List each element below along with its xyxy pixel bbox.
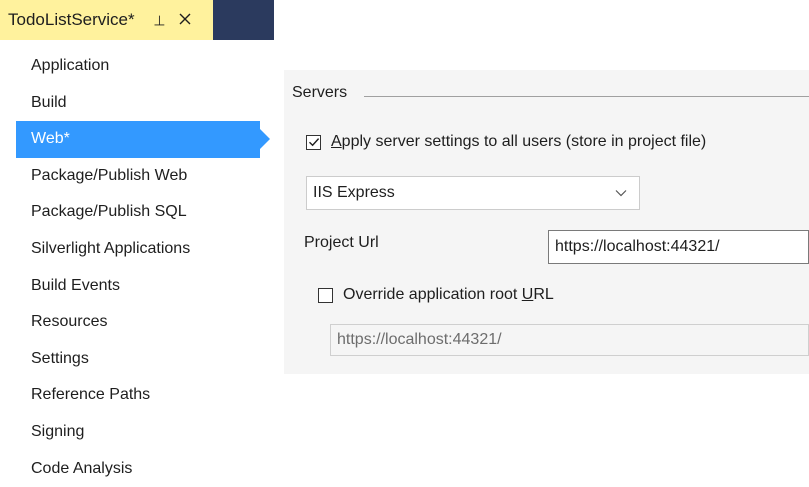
document-tab[interactable]: TodoListService* ⊣	[0, 0, 213, 40]
nav-item-signing[interactable]: Signing	[16, 414, 274, 451]
pin-icon[interactable]: ⊣	[150, 12, 167, 28]
nav-item-package-publish-web[interactable]: Package/Publish Web	[16, 158, 274, 195]
nav-item-resources[interactable]: Resources	[16, 304, 274, 341]
apply-all-users-label: Apply server settings to all users (stor…	[331, 133, 707, 150]
override-root-url-label: Override application root URL	[343, 286, 554, 303]
nav-item-code-analysis[interactable]: Code Analysis	[16, 451, 274, 487]
tab-title: TodoListService*	[8, 10, 135, 29]
override-root-url-input: https://localhost:44321/	[330, 324, 809, 356]
project-url-label: Project Url	[304, 234, 379, 251]
nav-item-settings[interactable]: Settings	[16, 341, 274, 378]
nav-item-web[interactable]: Web*	[16, 121, 270, 158]
servers-group-title: Servers	[292, 84, 362, 102]
servers-panel: Servers Apply server settings to all use…	[284, 70, 809, 374]
checkmark-icon	[308, 138, 319, 147]
nav-item-silverlight-applications[interactable]: Silverlight Applications	[16, 231, 274, 268]
nav-item-application[interactable]: Application	[16, 48, 274, 85]
nav-item-build-events[interactable]: Build Events	[16, 268, 274, 305]
override-root-url-row[interactable]: Override application root URL	[318, 286, 554, 304]
apply-all-users-checkbox[interactable]	[306, 134, 321, 150]
override-root-url-checkbox[interactable]	[318, 287, 333, 303]
apply-all-users-row[interactable]: Apply server settings to all users (stor…	[306, 133, 706, 151]
nav-item-build[interactable]: Build	[16, 85, 274, 122]
nav-item-reference-paths[interactable]: Reference Paths	[16, 377, 274, 414]
nav-item-package-publish-sql[interactable]: Package/Publish SQL	[16, 194, 274, 231]
server-type-value: IIS Express	[313, 184, 395, 201]
property-pages-nav: Application Build Web* Package/Publish W…	[16, 48, 274, 487]
group-divider	[364, 96, 809, 97]
close-icon[interactable]	[177, 10, 193, 31]
chevron-down-icon	[611, 183, 631, 203]
tab-strip-background	[213, 0, 274, 40]
document-tab-strip: TodoListService* ⊣	[0, 0, 274, 40]
server-type-select[interactable]: IIS Express	[306, 176, 640, 210]
project-url-input[interactable]: https://localhost:44321/	[548, 230, 809, 264]
